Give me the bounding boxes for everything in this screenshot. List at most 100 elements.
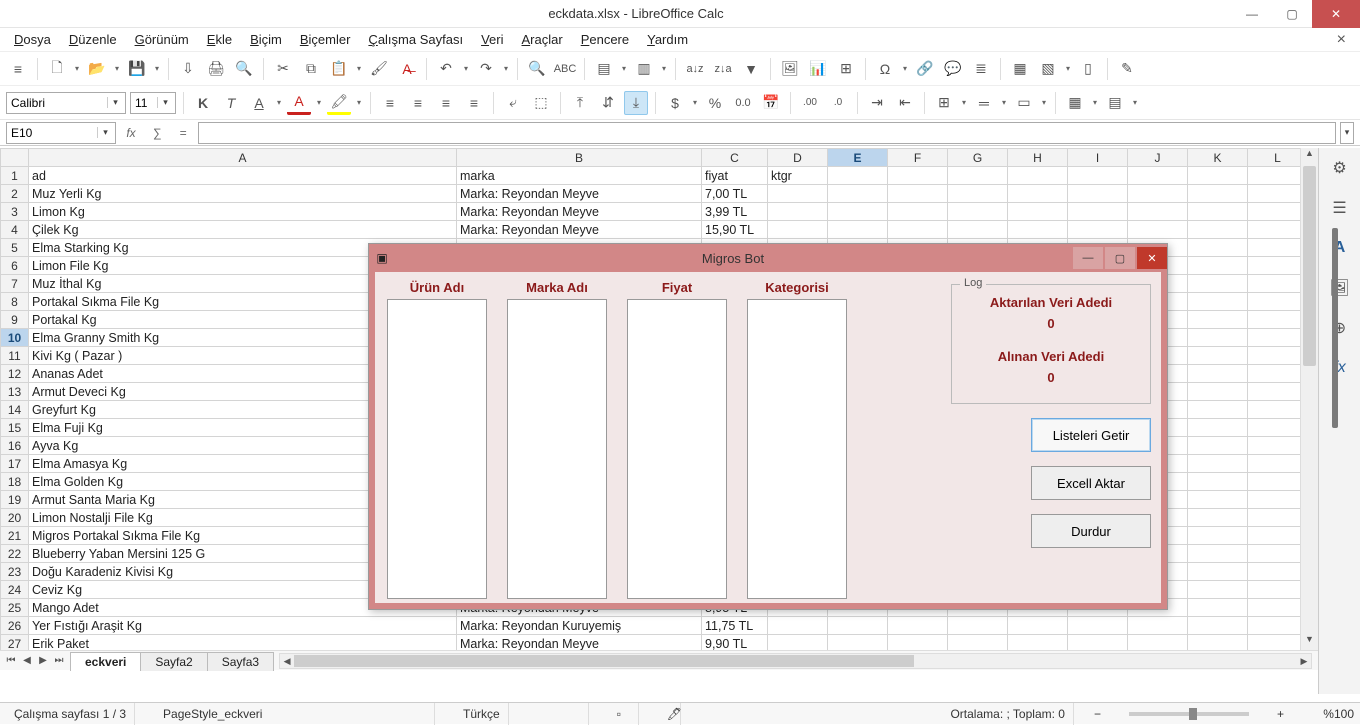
cell-K2[interactable] [1188,185,1248,203]
menu-görünüm[interactable]: Görünüm [127,30,197,49]
special-char-dropdown[interactable]: ▾ [901,57,909,81]
cell-G26[interactable] [948,617,1008,635]
cell-B4[interactable]: Marka: Reyondan Meyve [457,221,702,239]
headers-footers-icon[interactable]: ≣ [969,57,993,81]
cell-C1[interactable]: fiyat [702,167,768,185]
merge-cells-icon[interactable]: ⬚ [529,91,553,115]
cell-L15[interactable] [1248,419,1301,437]
row-header-8[interactable]: 8 [1,293,29,311]
export-pdf-icon[interactable]: ⇩ [176,57,200,81]
cell-K22[interactable] [1188,545,1248,563]
cell-D1[interactable]: ktgr [768,167,828,185]
menu-ekle[interactable]: Ekle [199,30,240,49]
row-header-26[interactable]: 26 [1,617,29,635]
remove-decimal-icon[interactable]: .0 [826,91,850,115]
undo-dropdown[interactable]: ▾ [462,57,470,81]
status-pagestyle[interactable]: PageStyle_eckveri [155,703,435,725]
row-header-4[interactable]: 4 [1,221,29,239]
cell-I1[interactable] [1068,167,1128,185]
cell-H26[interactable] [1008,617,1068,635]
cell-K16[interactable] [1188,437,1248,455]
sheet-tab-eckveri[interactable]: eckveri [70,652,141,671]
sheet-tab-sayfa3[interactable]: Sayfa3 [207,652,274,671]
cell-F3[interactable] [888,203,948,221]
row-header-15[interactable]: 15 [1,419,29,437]
cell-C4[interactable]: 15,90 TL [702,221,768,239]
row-header-21[interactable]: 21 [1,527,29,545]
cell-L11[interactable] [1248,347,1301,365]
zoom-out-icon[interactable]: − [1094,707,1101,721]
cell-K21[interactable] [1188,527,1248,545]
cell-A1[interactable]: ad [29,167,457,185]
row-dropdown[interactable]: ▾ [620,57,628,81]
cell-A4[interactable]: Çilek Kg [29,221,457,239]
select-all-corner[interactable] [1,149,29,167]
column-header-H[interactable]: H [1008,149,1068,167]
menu-düzenle[interactable]: Düzenle [61,30,125,49]
cell-J27[interactable] [1128,635,1188,651]
status-signature-icon[interactable]: 🖊 [659,703,681,725]
pivot-icon[interactable]: ⊞ [834,57,858,81]
row-header-12[interactable]: 12 [1,365,29,383]
wrap-text-icon[interactable]: ⤶ [501,91,525,115]
print-preview-icon[interactable]: 🔍 [232,57,256,81]
column-header-L[interactable]: L [1248,149,1301,167]
tab-first-icon[interactable]: ⏮ [4,655,18,666]
row-header-7[interactable]: 7 [1,275,29,293]
cell-A2[interactable]: Muz Yerli Kg [29,185,457,203]
font-name-input[interactable] [7,93,107,113]
copy-icon[interactable]: ⧉ [299,57,323,81]
sum-icon[interactable]: ∑ [146,122,168,144]
menu-çalışma sayfası[interactable]: Çalışma Sayfası [360,30,471,49]
column-header-E[interactable]: E [828,149,888,167]
cell-E26[interactable] [828,617,888,635]
cell-B1[interactable]: marka [457,167,702,185]
horizontal-scrollbar-thumb[interactable] [294,655,914,667]
tab-last-icon[interactable]: ⏭ [52,655,66,666]
currency-dropdown[interactable]: ▾ [691,91,699,115]
cell-G4[interactable] [948,221,1008,239]
row-header-25[interactable]: 25 [1,599,29,617]
column-icon[interactable]: ▥ [632,57,656,81]
cut-icon[interactable]: ✂ [271,57,295,81]
row-header-2[interactable]: 2 [1,185,29,203]
cell-C2[interactable]: 7,00 TL [702,185,768,203]
cell-B26[interactable]: Marka: Reyondan Kuruyemiş [457,617,702,635]
chevron-down-icon[interactable]: ▾ [107,97,123,108]
cell-L5[interactable] [1248,239,1301,257]
overlay-listbox[interactable] [387,299,487,599]
overlay-listbox[interactable] [747,299,847,599]
cell-H3[interactable] [1008,203,1068,221]
number-icon[interactable]: 0.0 [731,91,755,115]
cell-L4[interactable] [1248,221,1301,239]
close-document-button[interactable]: × [1329,31,1354,49]
cell-K7[interactable] [1188,275,1248,293]
cell-L3[interactable] [1248,203,1301,221]
row-header-5[interactable]: 5 [1,239,29,257]
row-header-13[interactable]: 13 [1,383,29,401]
sidebar-gallery-icon[interactable]: 🖼 [1326,274,1354,302]
name-box[interactable]: ▾ [6,122,116,144]
status-sheet[interactable]: Çalışma sayfası 1 / 3 [6,703,135,725]
cell-E2[interactable] [828,185,888,203]
cell-K8[interactable] [1188,293,1248,311]
save-icon[interactable]: 💾 [125,57,149,81]
row-header-3[interactable]: 3 [1,203,29,221]
column-header-F[interactable]: F [888,149,948,167]
cell-K23[interactable] [1188,563,1248,581]
formula-icon[interactable]: = [172,122,194,144]
sort-desc-icon[interactable]: z↓a [711,57,735,81]
align-right-icon[interactable]: ≡ [434,91,458,115]
cell-C27[interactable]: 9,90 TL [702,635,768,651]
cell-L2[interactable] [1248,185,1301,203]
row-header-23[interactable]: 23 [1,563,29,581]
zoom-value[interactable]: %100 [1304,707,1354,721]
conditional-format-dropdown[interactable]: ▾ [1131,91,1139,115]
bold-icon[interactable]: K [191,91,215,115]
row-header-19[interactable]: 19 [1,491,29,509]
align-left-icon[interactable]: ≡ [378,91,402,115]
window-maximize-button[interactable]: ▢ [1272,0,1312,28]
cell-G27[interactable] [948,635,1008,651]
scroll-up-arrow-icon[interactable]: ▲ [1301,148,1318,164]
cell-K24[interactable] [1188,581,1248,599]
